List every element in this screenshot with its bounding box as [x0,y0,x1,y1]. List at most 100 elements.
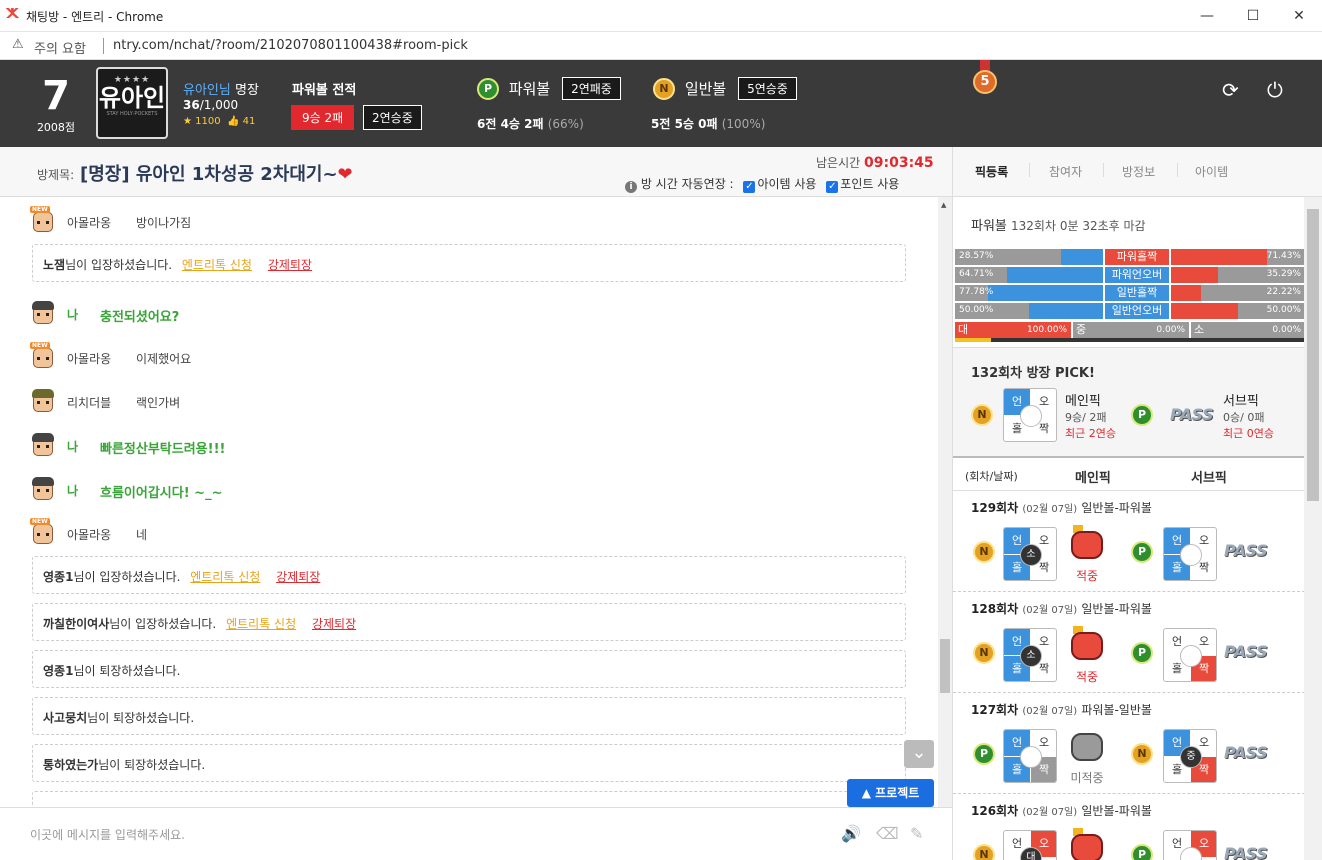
avatar-name: 유아인 [98,84,166,112]
miss-mascot-icon [1067,727,1107,763]
normalball-coin-icon: N [653,77,675,100]
chat-user[interactable]: 아몰라옹 [67,526,111,543]
power-icon[interactable]: ⏻ [1267,78,1283,102]
normalball-record: 5전 5승 0패 (100%) [651,115,765,132]
entry-talk-link[interactable]: 엔트리톡 신청 [226,617,296,631]
remaining-time: 남은시간 09:03:45 [816,154,934,171]
system-user[interactable]: 사고뭉치 [43,711,87,725]
system-message: 까칠한이여사님이 입장하셨습니다. 엔트리톡 신청 강제퇴장 [32,603,906,641]
scroll-down-button[interactable]: ⌄ [904,740,934,768]
entry-talk-link[interactable]: 엔트리톡 신청 [190,570,260,584]
user-face-icon [30,388,56,414]
history-result: 미적중 [1070,771,1104,785]
url-text[interactable]: ntry.com/nchat/?room/2102070801100438#ro… [113,38,468,53]
scroll-thumb[interactable] [1307,209,1319,501]
system-user[interactable]: 노잼 [43,258,65,272]
scroll-up-icon[interactable]: ▲ [941,201,946,209]
app-logo-icon: ⵅ [6,6,19,22]
maximize-button[interactable]: ☐ [1230,0,1276,32]
tab-room-info[interactable]: 방정보 [1122,163,1155,180]
stat-left-value: 28.57% [959,251,994,261]
tab-pick[interactable]: 픽등록 [975,163,1008,180]
history-round: 126회차 [971,804,1019,818]
chat-scrollbar[interactable]: ▲ [938,197,952,807]
size-so-label: 소 [1191,322,1207,338]
point-use-checkbox[interactable]: ✓ [826,181,839,193]
panel-scrollbar[interactable] [1304,197,1322,860]
sub-pick-recent: 최근 0연승 [1223,427,1274,440]
normalball-loss: 0패 [698,117,718,131]
stat-left-value: 77.78% [959,287,994,297]
history-col-sub: 서브픽 [1191,471,1227,486]
normalball-streak: 5연승중 [738,77,797,100]
user-name-text: 유아인님 [183,83,231,98]
item-use-label[interactable]: 아이템 사용 [757,177,816,191]
avatar[interactable]: ★★★★ 유아인 STAY HOLY·POCKETS [96,67,168,139]
user-rank: 명장 [234,83,259,98]
system-user[interactable]: 통하였는가 [43,758,98,772]
item-use-checkbox[interactable]: ✓ [743,181,756,193]
stat-label: 파워홀짝 [1105,249,1169,265]
history-title: 129회차 (02월 07일) 일반볼-파워볼 [971,499,1152,516]
main-pick-record: 9승/ 2패 [1065,411,1107,424]
pick-title: 132회차 방장 PICK! [971,366,1095,381]
stat-right-value: 50.00% [1266,305,1301,315]
medal-icon: 5 [972,60,998,96]
chat-user[interactable]: 아몰라옹 [67,214,111,231]
kick-link[interactable]: 강제퇴장 [276,570,320,584]
result-knob: 소 [1020,544,1042,566]
history-sub-grid: 언 오 홀 짝 중 [1163,729,1217,783]
host-pick-box: 132회차 방장 PICK! N 언 오 홀 짝 메인픽 9승/ 2패 최근 2… [953,347,1304,458]
star-icon: ★ [183,116,192,127]
system-message: 사고뭉치님이 퇴장하셨습니다. [32,697,906,735]
system-user[interactable]: 영종1 [43,664,73,678]
project-button[interactable]: ▲ 프로젝트 [847,779,934,807]
powerball-coin-icon: P [1131,844,1153,860]
main-pick-grid[interactable]: 언 오 홀 짝 [1003,388,1057,442]
my-face-icon [30,432,56,458]
tab-participants[interactable]: 참여자 [1049,163,1082,180]
system-message: 통하였는가님이 퇴장하셨습니다. [32,744,906,782]
window-titlebar: ⵅ 채팅방 - 엔트리 - Chrome — ☐ ✕ [0,0,1322,32]
round-header: 파워볼 132회차 0분 32초후 마감 [971,215,1146,234]
history-main-grid: 언 오 홀 짝 [1003,729,1057,783]
address-bar[interactable]: ⚠ 주의 요함 ntry.com/nchat/?room/21020708011… [0,32,1322,60]
round-info: 132회차 0분 32초후 마감 [1011,219,1146,233]
tab-divider [1029,163,1030,177]
chat-user[interactable]: 리치더블 [67,394,111,411]
history-games: 일반볼-파워볼 [1081,602,1152,616]
speaker-icon[interactable]: 🔊 [841,824,861,843]
history-games: 일반볼-파워볼 [1081,501,1152,515]
stat-row: 64.71% 파워언오버 35.29% [955,267,1304,284]
close-button[interactable]: ✕ [1276,0,1322,32]
chat-log[interactable]: NEW 아몰라옹 방이나가짐 노잼님이 입장하셨습니다. 엔트리톡 신청 강제퇴… [0,197,938,807]
kick-link[interactable]: 강제퇴장 [268,258,312,272]
tab-items[interactable]: 아이템 [1195,163,1228,180]
eraser-icon[interactable]: ⌫ [876,824,899,843]
chat-message: 흐름이어갑시다! ~_~ [100,486,223,501]
chat-input-bar: 이곳에 메시지를 입력해주세요. 🔊 ⌫ ✎ [0,807,952,860]
system-user[interactable]: 영종1 [43,570,73,584]
point-use-label[interactable]: 포인트 사용 [840,177,899,191]
chat-user[interactable]: 아몰라옹 [67,350,111,367]
entry-talk-link[interactable]: 엔트리톡 신청 [182,258,252,272]
history-sub-grid: 언 오 홀 짝 [1163,628,1217,682]
new-badge: NEW [30,518,50,525]
scroll-thumb[interactable] [940,639,950,693]
chat-input[interactable]: 이곳에 메시지를 입력해주세요. [30,826,185,843]
powerball-coin-icon: P [1131,642,1153,664]
main-pick-recent: 최근 2연승 [1065,427,1116,440]
kick-link[interactable]: 강제퇴장 [312,617,356,631]
room-title-bar: 방제목: [명장] 유아인 1차성공 2차대기~❤ 남은시간 09:03:45 … [0,147,952,197]
info-icon[interactable]: i [625,181,637,193]
system-user[interactable]: 까칠한이여사 [43,617,109,631]
hit-mascot-icon [1067,828,1107,860]
warning-icon[interactable]: ⚠ [12,37,24,52]
history-header: (회차/날짜) 메인픽 서브픽 [953,458,1304,491]
security-warning[interactable]: 주의 요함 [34,38,86,57]
history-row: 128회차 (02월 07일) 일반볼-파워볼 N 언 오 홀 짝 소 적중 P… [953,592,1304,693]
minimize-button[interactable]: — [1184,0,1230,32]
refresh-icon[interactable]: ⟳ [1222,78,1239,102]
sub-pick-title: 서브픽 [1223,394,1259,409]
magic-wand-icon[interactable]: ✎ [910,824,923,843]
